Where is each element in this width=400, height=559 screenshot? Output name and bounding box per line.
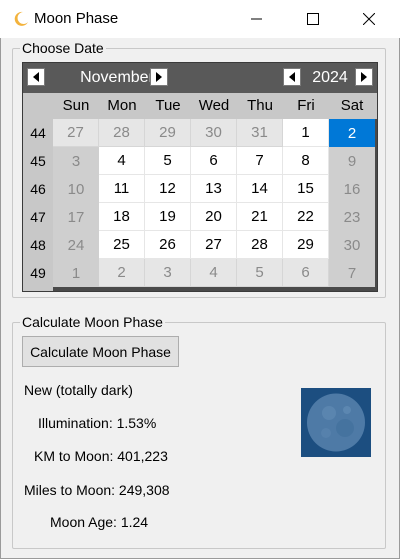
minimize-icon <box>251 13 263 25</box>
day-cell[interactable]: 25 <box>99 231 145 259</box>
calculate-moon-phase-label: Calculate Moon Phase <box>20 314 165 330</box>
day-cell[interactable]: 2 <box>99 259 145 287</box>
day-cell[interactable]: 5 <box>145 147 191 175</box>
prev-month-button[interactable] <box>27 68 45 86</box>
choose-date-label: Choose Date <box>20 40 106 56</box>
day-cell[interactable]: 30 <box>191 119 237 147</box>
chevron-left-icon <box>288 69 296 85</box>
week-number: 46 <box>30 181 46 197</box>
weekday-label: Wed <box>198 97 230 114</box>
day-cell[interactable]: 23 <box>329 203 375 231</box>
next-month-button[interactable] <box>150 68 168 86</box>
day-cell[interactable]: 16 <box>329 175 375 203</box>
day-cell[interactable]: 1 <box>53 259 99 287</box>
weekday-label: Sun <box>62 97 90 114</box>
week-number-column: 44 45 46 47 48 49 <box>23 119 53 291</box>
day-cell[interactable]: 7 <box>329 259 375 287</box>
title-bar: Moon Phase <box>0 0 400 38</box>
day-cell[interactable]: 27 <box>53 119 99 147</box>
day-cell[interactable]: 8 <box>283 147 329 175</box>
day-cell[interactable]: 30 <box>329 231 375 259</box>
day-cell[interactable]: 14 <box>237 175 283 203</box>
miles-to-moon-text: Miles to Moon: 249,308 <box>24 482 170 498</box>
day-cell[interactable]: 28 <box>237 231 283 259</box>
day-cell[interactable]: 28 <box>99 119 145 147</box>
week-number: 48 <box>30 237 46 253</box>
calculate-moon-phase-button[interactable]: Calculate Moon Phase <box>22 336 179 367</box>
month-calendar[interactable]: November 2024 Sun Mon Tue Wed Thu Fri Sa… <box>22 62 378 292</box>
phase-name-text: New (totally dark) <box>24 382 133 398</box>
day-cell[interactable]: 26 <box>145 231 191 259</box>
next-year-button[interactable] <box>355 68 373 86</box>
day-cell[interactable]: 21 <box>237 203 283 231</box>
day-cell[interactable]: 11 <box>99 175 145 203</box>
window-title: Moon Phase <box>34 10 119 27</box>
chevron-right-icon <box>155 69 163 85</box>
day-cell[interactable]: 6 <box>191 147 237 175</box>
close-button[interactable] <box>346 0 392 38</box>
day-cell[interactable]: 29 <box>145 119 191 147</box>
day-cell[interactable]: 9 <box>329 147 375 175</box>
weekday-label: Fri <box>297 97 315 114</box>
day-cell[interactable]: 27 <box>191 231 237 259</box>
day-cell[interactable]: 22 <box>283 203 329 231</box>
moon-age-text: Moon Age: 1.24 <box>50 514 149 530</box>
day-cell[interactable]: 5 <box>237 259 283 287</box>
day-cell[interactable]: 20 <box>191 203 237 231</box>
day-cell[interactable]: 10 <box>53 175 99 203</box>
weekday-label: Thu <box>247 97 273 114</box>
moon-crescent-icon <box>12 10 30 28</box>
week-number: 45 <box>30 153 46 169</box>
chevron-right-icon <box>360 69 368 85</box>
day-cell[interactable]: 19 <box>145 203 191 231</box>
day-cell[interactable]: 24 <box>53 231 99 259</box>
day-cell[interactable]: 29 <box>283 231 329 259</box>
week-number: 44 <box>30 125 46 141</box>
moon-phase-image <box>301 388 371 457</box>
day-cell[interactable]: 15 <box>283 175 329 203</box>
calendar-header: November 2024 <box>23 63 377 93</box>
day-cell[interactable]: 13 <box>191 175 237 203</box>
illumination-text: Illumination: 1.53% <box>38 415 157 431</box>
day-cell[interactable]: 4 <box>191 259 237 287</box>
week-number: 47 <box>30 209 46 225</box>
prev-year-button[interactable] <box>283 68 301 86</box>
minimize-button[interactable] <box>234 0 280 38</box>
day-cell[interactable]: 1 <box>283 119 329 147</box>
day-cell[interactable]: 3 <box>53 147 99 175</box>
maximize-icon <box>307 13 319 25</box>
km-to-moon-text: KM to Moon: 401,223 <box>34 448 168 464</box>
weekday-label: Mon <box>107 97 137 114</box>
day-cell[interactable]: 7 <box>237 147 283 175</box>
chevron-left-icon <box>32 69 40 85</box>
maximize-button[interactable] <box>290 0 336 38</box>
day-cell[interactable]: 4 <box>99 147 145 175</box>
day-cell[interactable]: 31 <box>237 119 283 147</box>
weekday-label: Tue <box>155 97 181 114</box>
day-cell[interactable]: 3 <box>145 259 191 287</box>
day-cell[interactable]: 6 <box>283 259 329 287</box>
close-icon <box>363 13 375 25</box>
year-label[interactable]: 2024 <box>310 69 350 87</box>
week-number: 49 <box>30 265 46 281</box>
weekday-header-row: Sun Mon Tue Wed Thu Fri Sat <box>23 93 377 119</box>
day-cell[interactable]: 18 <box>99 203 145 231</box>
weekday-label: Sat <box>340 97 364 114</box>
day-cell[interactable]: 12 <box>145 175 191 203</box>
day-cell[interactable]: 17 <box>53 203 99 231</box>
selected-day-cell[interactable]: 2 <box>329 119 375 147</box>
